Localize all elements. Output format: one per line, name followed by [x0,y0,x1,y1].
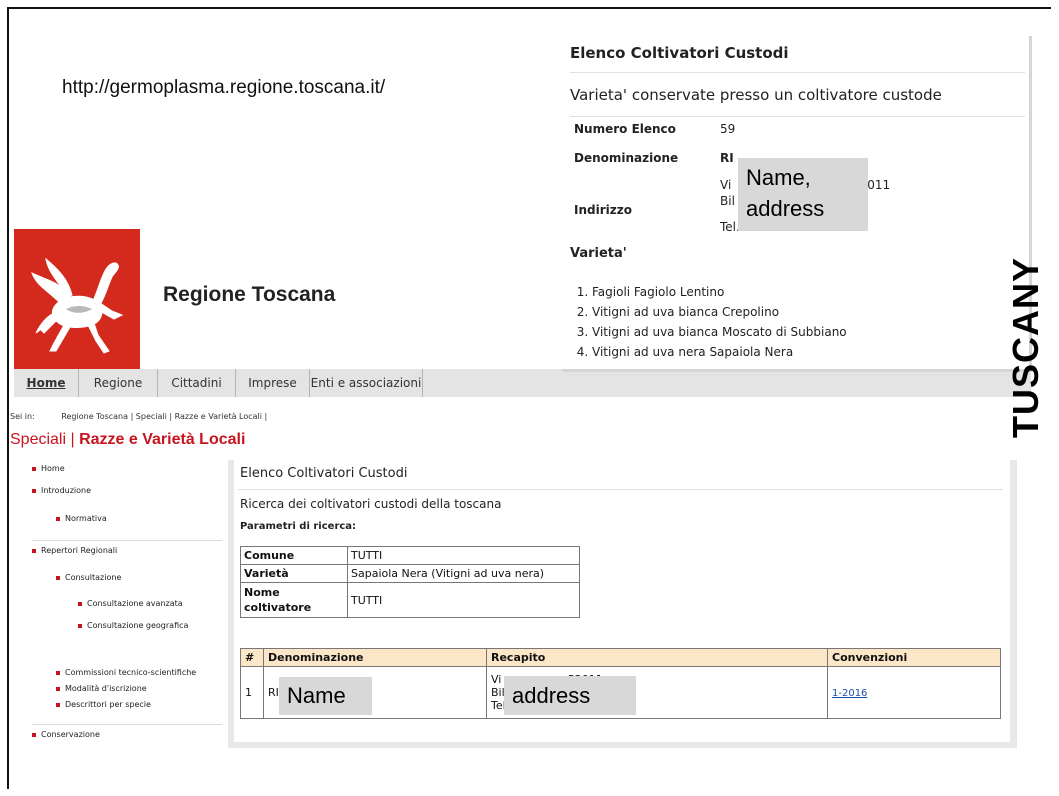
sidebar-item-normativa[interactable]: Normativa [56,514,107,523]
indirizzo-line2: Bil [720,194,735,208]
sidebar-item-descrittori[interactable]: Descrittori per specie [56,700,151,709]
list-item: Vitigni ad uva bianca Crepolino [592,302,847,322]
param-key: Nome coltivatore [240,582,348,618]
sidebar-divider [32,724,222,725]
col-header-denominazione: Denominazione [263,648,487,667]
name-redaction-label: Name [279,677,372,715]
section-name: Razze e Varietà Locali [79,431,246,448]
varieta-list: Fagioli Fagiolo Lentino Vitigni ad uva b… [570,282,847,362]
regione-toscana-logo [14,229,140,369]
breadcrumb-path[interactable]: Regione Toscana | Speciali | Razze e Var… [61,412,267,421]
indirizzo-line1: Vi [720,178,732,192]
param-row: Nome coltivatore TUTTI [240,582,580,618]
sidebar-divider [32,540,222,541]
numero-value: 59 [720,122,736,136]
col-header-convenzioni: Convenzioni [827,648,1001,667]
indirizzo-line3: Tel. [720,220,740,234]
nav-cittadini[interactable]: Cittadini [158,369,236,397]
bullet-icon [32,488,36,493]
sidebar-item-consultazione-geografica[interactable]: Consultazione geografica [78,621,188,630]
sidebar-menu: Home Introduzione Normativa Repertori Re… [20,460,225,745]
nav-regione[interactable]: Regione [79,369,158,397]
card-title: Elenco Coltivatori Custodi [570,44,789,62]
denominazione-label: Denominazione [574,151,679,165]
nav-enti[interactable]: Enti e associazioni [310,369,423,397]
indirizzo-label: Indirizzo [574,203,632,217]
nav-imprese[interactable]: Imprese [236,369,310,397]
param-row: Varietà Sapaiola Nera (Vitigni ad uva ner… [240,564,580,583]
name-address-redaction-label: Name, address [738,158,868,231]
section-prefix: Speciali | [10,431,75,448]
card-subtitle: Varieta' conservate presso un coltivator… [570,86,942,104]
row-num: 1 [240,666,264,719]
breadcrumb-label: Sei in: [10,412,35,421]
address-redaction-label: address [504,676,636,715]
nav-home[interactable]: Home [14,369,79,397]
convenzione-link[interactable]: 1-2016 [832,688,867,699]
bullet-icon [32,466,36,471]
tuscany-label: TUSCANY [1005,256,1046,438]
card-rule [570,116,1025,117]
bullet-icon [56,702,60,707]
logo-text: Regione Toscana [163,283,336,306]
pegasus-icon [31,257,124,354]
bullet-icon [32,732,36,737]
sidebar-item-consultazione-avanzata[interactable]: Consultazione avanzata [78,599,183,608]
col-header-recapito: Recapito [486,648,828,667]
search-params-table: Comune TUTTI Varietà Sapaiola Nera (Vitign… [240,546,580,618]
list-item: Fagioli Fagiolo Lentino [592,282,847,302]
list-item: Vitigni ad uva nera Sapaiola Nera [592,342,847,362]
col-header-num: # [240,648,264,667]
sidebar-item-commissioni[interactable]: Commissioni tecnico-scientifiche [56,668,196,677]
main-title: Elenco Coltivatori Custodi [240,466,408,481]
site-url: http://germoplasma.regione.toscana.it/ [62,77,386,98]
section-title: Speciali | Razze e Varietà Locali [10,431,245,449]
breadcrumb: Sei in: Regione Toscana | Speciali | Raz… [10,412,267,421]
bullet-icon [56,516,60,521]
param-value: TUTTI [347,546,580,565]
param-row: Comune TUTTI [240,546,580,565]
param-key: Comune [240,546,348,565]
bullet-icon [78,623,82,628]
bullet-icon [78,601,82,606]
sidebar-item-modalita[interactable]: Modalità d'iscrizione [56,684,147,693]
top-navbar: Home Regione Cittadini Imprese Enti e as… [14,369,1031,397]
results-header-row: # Denominazione Recapito Convenzioni [240,648,1001,667]
sidebar-item-consultazione[interactable]: Consultazione [56,573,121,582]
varieta-label: Varieta' [570,246,627,261]
sidebar-item-introduzione[interactable]: Introduzione [32,486,91,495]
bullet-icon [56,670,60,675]
denominazione-value: RI [720,151,734,165]
param-value: Sapaiola Nera (Vitigni ad uva nera) [347,564,580,583]
main-subtitle: Ricerca dei coltivatori custodi della to… [240,497,502,511]
params-label: Parametri di ricerca: [240,521,357,532]
title-rule [238,489,1003,490]
numero-label: Numero Elenco [574,122,676,136]
bullet-icon [56,686,60,691]
bullet-icon [56,575,60,580]
sidebar-item-repertori[interactable]: Repertori Regionali [32,546,117,555]
sidebar-item-home[interactable]: Home [32,464,65,473]
card-rule [570,72,1025,73]
bullet-icon [32,548,36,553]
param-key: Varietà [240,564,348,583]
list-item: Vitigni ad uva bianca Moscato di Subbian… [592,322,847,342]
param-value: TUTTI [347,582,580,618]
sidebar-item-conservazione[interactable]: Conservazione [32,730,100,739]
